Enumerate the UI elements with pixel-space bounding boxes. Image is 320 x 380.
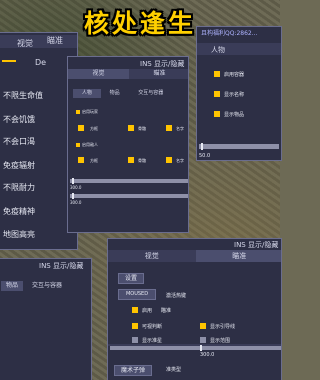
checkbox-show-items[interactable] (214, 111, 220, 117)
label-visible-check: 可视判断 (142, 324, 163, 330)
slider-knob[interactable] (201, 143, 203, 150)
label-enemy-skeleton: 骨骼 (138, 158, 146, 163)
bottom-left-panel: INS 显示/隐藏 物品 交互与容器 (0, 258, 92, 380)
subtab-bar: 人物 物品 交互与容器 (73, 89, 173, 98)
item-inf-hp[interactable]: 不限生命值 (3, 90, 43, 101)
label-enemy-box: 方框 (90, 158, 98, 163)
item-no-hunger[interactable]: 不会饥饿 (3, 114, 35, 125)
hotkey-label: 激活热键 (166, 293, 187, 299)
label-enable-player: 启用玩家 (82, 109, 98, 114)
aim-panel: INS 显示/隐藏 视觉 瞄准 设置 MOUSED 激活热键 启用 瞄准 可视判… (107, 238, 282, 380)
subtab-items[interactable]: 物品 (101, 89, 129, 98)
distance-slider[interactable] (199, 144, 279, 149)
settings-tab[interactable]: 设置 (118, 273, 144, 284)
checkbox-enable-enemy[interactable] (76, 143, 80, 147)
slider-value: 50.0 (199, 153, 211, 159)
aim-type-select[interactable]: 准类型 (166, 366, 181, 373)
checkbox-enable-container[interactable] (214, 71, 220, 77)
subtab-items[interactable]: 物品 (1, 281, 23, 291)
label-aim: 瞄准 (161, 308, 172, 314)
item-no-mental[interactable]: 免疫精神 (3, 206, 35, 217)
subtab-people[interactable]: 人物 (73, 89, 101, 98)
tab-bar: 视觉 瞄准 (108, 250, 281, 262)
label-enable-aim: 启用 (142, 308, 153, 314)
panel-header: INS 显示/隐藏 (140, 60, 185, 68)
tab-aim[interactable]: 瞄准 (195, 250, 281, 262)
checkbox-show-name[interactable] (214, 91, 220, 97)
label-show-name: 显示名称 (224, 92, 245, 98)
checkbox-show-guide[interactable] (200, 323, 206, 329)
tab-people[interactable]: 人物 (211, 45, 225, 55)
tab-visual[interactable]: 视觉 (108, 250, 196, 262)
checkbox-show-range[interactable] (200, 337, 206, 343)
tab-visual[interactable]: 视觉 (68, 69, 129, 79)
slider-value-1: 300.0 (70, 185, 82, 190)
enemy-distance-slider[interactable] (70, 194, 188, 198)
tab-aim[interactable]: 瞄准 (129, 69, 188, 79)
label-show-items: 显示物品 (224, 112, 245, 118)
slider-value-2: 300.0 (70, 200, 82, 205)
checkbox-enemy-skeleton[interactable] (128, 157, 134, 163)
label-enable-container: 启用容器 (224, 72, 245, 78)
checkbox-player-name[interactable] (166, 125, 172, 131)
checkbox-player-box[interactable] (78, 125, 84, 131)
slider-knob[interactable] (72, 193, 74, 199)
label-show-guide: 显示引导线 (210, 324, 236, 330)
label-player-box: 方框 (90, 126, 98, 131)
item-inf-stamina[interactable]: 不限耐力 (3, 182, 35, 193)
tab-debug[interactable]: De (35, 58, 46, 67)
panel-header: INS 显示/隐藏 (234, 241, 279, 249)
item-no-thirst[interactable]: 不会口渴 (3, 136, 35, 147)
checkbox-player-skeleton[interactable] (128, 125, 134, 131)
checkbox-enemy-name[interactable] (166, 157, 172, 163)
player-distance-slider[interactable] (70, 179, 188, 183)
checkbox-enable-player[interactable] (76, 110, 80, 114)
label-show-range: 显示范围 (210, 338, 231, 344)
checkbox-show-crosshair[interactable] (132, 337, 138, 343)
label-player-name: 名字 (176, 126, 184, 131)
top-right-panel: 且构福利QQ:2862... 人物 启用容器 显示名称 显示物品 50.0 (196, 26, 282, 161)
mid-esp-panel: INS 显示/隐藏 视觉 瞄准 人物 物品 交互与容器 启用玩家 方框 骨骼 名… (67, 56, 189, 233)
subtab-interact[interactable]: 交互与容器 (129, 89, 173, 98)
panel-header: INS 显示/隐藏 (39, 262, 84, 270)
item-no-radiation[interactable]: 免疫辐射 (3, 160, 35, 171)
label-player-skeleton: 骨骼 (138, 126, 146, 131)
moused-button[interactable]: MOUSED (118, 289, 156, 300)
tab-bar: 视觉 瞄准 (68, 69, 188, 79)
aim-fov-slider[interactable] (110, 346, 281, 350)
subtab-general[interactable] (2, 60, 16, 62)
page-title: 核处逢生 (83, 9, 196, 38)
tab-bar (197, 43, 281, 55)
slider-knob[interactable] (72, 178, 74, 184)
label-enemy-name: 名字 (176, 158, 184, 163)
subtab-interact[interactable]: 交互与容器 (27, 281, 67, 291)
checkbox-enable-aim[interactable] (132, 307, 138, 313)
label-show-crosshair: 显示准星 (142, 338, 163, 344)
slider-value: 300.0 (200, 352, 215, 358)
slider-knob[interactable] (200, 345, 202, 351)
checkbox-visible-check[interactable] (132, 323, 138, 329)
item-map-highlight[interactable]: 地图高亮 (3, 229, 35, 240)
magic-bullet-button[interactable]: 魔术子弹 (114, 365, 152, 376)
checkbox-enemy-box[interactable] (78, 157, 84, 163)
label-enable-enemy: 启用敌人 (82, 142, 98, 147)
